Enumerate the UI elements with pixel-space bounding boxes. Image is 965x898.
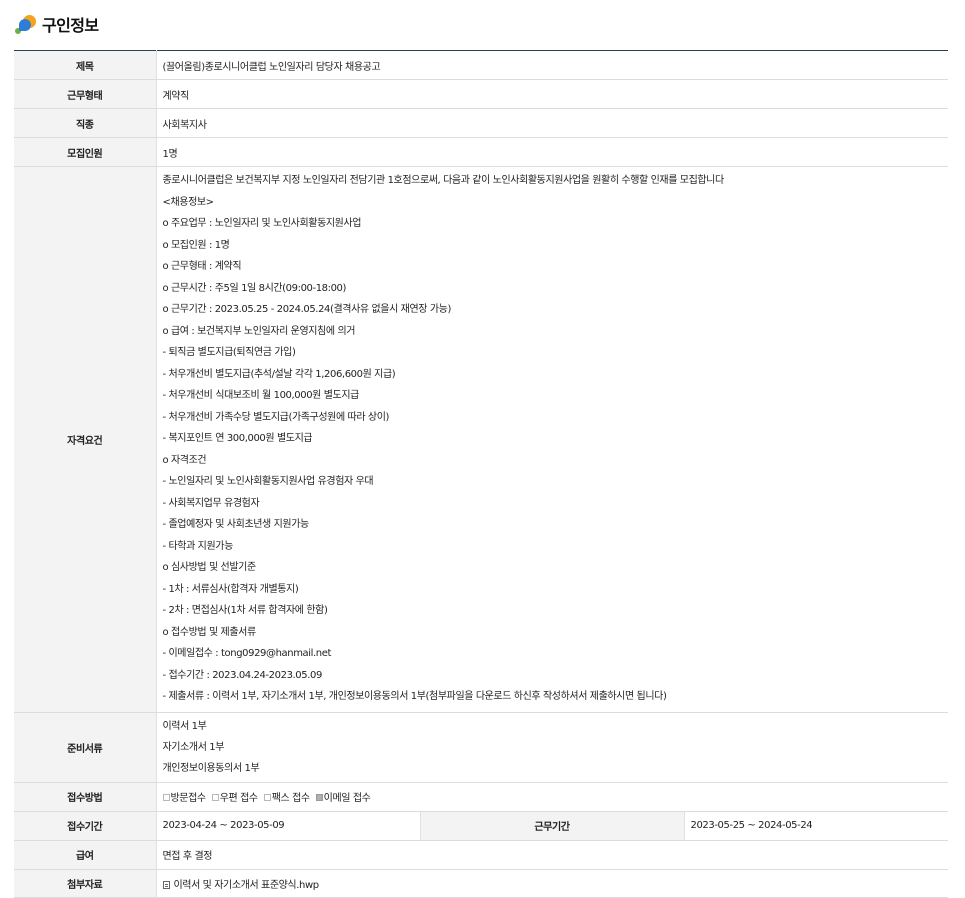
row-documents: 준비서류 이력서 1부자기소개서 1부개인정보이용동의서 1부 [14, 712, 948, 783]
qualification-line: - 제출서류 : 이력서 1부, 자기소개서 1부, 개인정보이용동의서 1부(… [162, 691, 667, 702]
qualification-line: - 처우개선비 별도지급(추석/설날 각각 1,206,600원 지급) [162, 368, 396, 380]
row-qualification: 자격요건 종로시니어클럽은 보건복지부 지정 노인일자리 전담기관 1호점으로써… [14, 166, 948, 713]
qualification-line: o 심사방법 및 선발기준 [162, 562, 257, 573]
value-salary: 면접 후 결정 [156, 840, 948, 870]
attachment-link[interactable]: 이력서 및 자기소개서 표준양식.hwp [174, 880, 320, 891]
value-work-type: 계약직 [156, 79, 948, 109]
row-work-type: 근무형태 계약직 [14, 79, 948, 109]
value-qualification: 종로시니어클럽은 보건복지부 지정 노인일자리 전담기관 1호점으로써, 다음과… [156, 166, 948, 713]
label-salary: 급여 [14, 840, 157, 870]
qualification-line: <채용정보> [162, 196, 215, 208]
value-documents: 이력서 1부자기소개서 1부개인정보이용동의서 1부 [156, 712, 948, 783]
label-title: 제목 [14, 50, 157, 80]
method-option-label: 이메일 접수 [323, 793, 371, 804]
qualification-line: - 1차 : 서류심사(합격자 개별통지) [162, 583, 299, 595]
checkbox-icon [211, 794, 219, 801]
qualification-line: - 접수기간 : 2023.04.24-2023.05.09 [162, 669, 323, 681]
qualification-line: o 자격조건 [162, 454, 207, 466]
label-work-period: 근무기간 [419, 811, 685, 841]
qualification-line: - 처우개선비 가족수당 별도지급(가족구성원에 따라 상이) [162, 411, 390, 423]
label-headcount: 모집인원 [14, 137, 157, 167]
method-option: 방문접수 [162, 793, 207, 804]
method-option: 우편 접수 [211, 793, 258, 804]
document-line: 개인정보이용동의서 1부 [162, 762, 260, 774]
checkbox-icon [263, 794, 271, 801]
qualification-line: - 복지포인트 연 300,000원 별도지급 [162, 433, 313, 444]
qualification-line: - 이메일접수 : tong0929@hanmail.net [162, 648, 332, 659]
qualification-line: - 2차 : 면접심사(1차 서류 합격자에 한함) [162, 605, 328, 616]
label-apply-period: 접수기간 [14, 811, 157, 841]
qualification-line: - 졸업예정자 및 사회초년생 지원가능 [162, 519, 310, 530]
qualification-line: 종로시니어클럽은 보건복지부 지정 노인일자리 전담기관 1호점으로써, 다음과… [162, 175, 725, 186]
document-line: 자기소개서 1부 [162, 741, 225, 753]
row-attachment: 첨부자료 이력서 및 자기소개서 표준양식.hwp [14, 869, 948, 898]
row-period: 접수기간 2023-04-24 ~ 2023-05-09 근무기간 2023-0… [14, 811, 948, 841]
qualification-line: - 노인일자리 및 노인사회활동지원사업 유경험자 우대 [162, 476, 374, 487]
checkbox-icon [162, 794, 170, 801]
row-headcount: 모집인원 1명 [14, 137, 948, 167]
qualification-line: o 접수방법 및 제출서류 [162, 626, 257, 638]
method-option-label: 방문접수 [170, 793, 207, 804]
section-header: 구인정보 [14, 12, 99, 36]
logo-icon [14, 12, 38, 36]
qualification-line: o 근무형태 : 계약직 [162, 261, 242, 272]
label-method: 접수방법 [14, 782, 157, 812]
label-work-type: 근무형태 [14, 79, 157, 109]
value-headcount: 1명 [156, 137, 948, 167]
value-title: (끌어올림)종로시니어클럽 노인일자리 담당자 채용공고 [156, 50, 948, 80]
value-work-period: 2023-05-25 ~ 2024-05-24 [684, 811, 948, 841]
label-documents: 준비서류 [14, 712, 157, 783]
qualification-line: - 사회복지업무 유경험자 [162, 497, 260, 509]
row-job: 직종 사회복지사 [14, 108, 948, 138]
row-method: 접수방법 방문접수 우편 접수 팩스 접수 이메일 접수 [14, 782, 948, 812]
value-apply-period: 2023-04-24 ~ 2023-05-09 [156, 811, 420, 841]
row-title: 제목 (끌어올림)종로시니어클럽 노인일자리 담당자 채용공고 [14, 50, 948, 80]
method-option-label: 우편 접수 [219, 793, 258, 804]
qualification-line: - 처우개선비 식대보조비 월 100,000원 별도지급 [162, 390, 360, 401]
method-option: 팩스 접수 [263, 793, 310, 804]
qualification-line: o 근무시간 : 주5일 1일 8시간(09:00-18:00) [162, 282, 347, 294]
file-icon [162, 880, 170, 889]
label-job: 직종 [14, 108, 157, 138]
method-option: 이메일 접수 [315, 793, 371, 804]
qualification-line: o 근무기간 : 2023.05.25 - 2024.05.24(결격사유 없을… [162, 304, 452, 315]
document-line: 이력서 1부 [162, 720, 207, 732]
label-attachment: 첨부자료 [14, 869, 157, 898]
label-qualification: 자격요건 [14, 166, 157, 713]
checkbox-icon [315, 794, 323, 801]
job-info-table: 제목 (끌어올림)종로시니어클럽 노인일자리 담당자 채용공고 근무형태 계약직… [14, 50, 948, 898]
qualification-line: o 모집인원 : 1명 [162, 239, 230, 251]
qualification-line: o 주요업무 : 노인일자리 및 노인사회활동지원사업 [162, 218, 362, 229]
value-job: 사회복지사 [156, 108, 948, 138]
qualification-line: - 타학과 지원가능 [162, 540, 234, 552]
value-attachment: 이력서 및 자기소개서 표준양식.hwp [156, 869, 948, 898]
qualification-line: - 퇴직금 별도지급(퇴직연금 가입) [162, 347, 296, 358]
method-option-label: 팩스 접수 [271, 793, 310, 804]
value-method: 방문접수 우편 접수 팩스 접수 이메일 접수 [156, 782, 948, 812]
page-title: 구인정보 [42, 16, 99, 35]
row-salary: 급여 면접 후 결정 [14, 840, 948, 870]
qualification-line: o 급여 : 보건복지부 노인일자리 운영지침에 의거 [162, 325, 356, 337]
